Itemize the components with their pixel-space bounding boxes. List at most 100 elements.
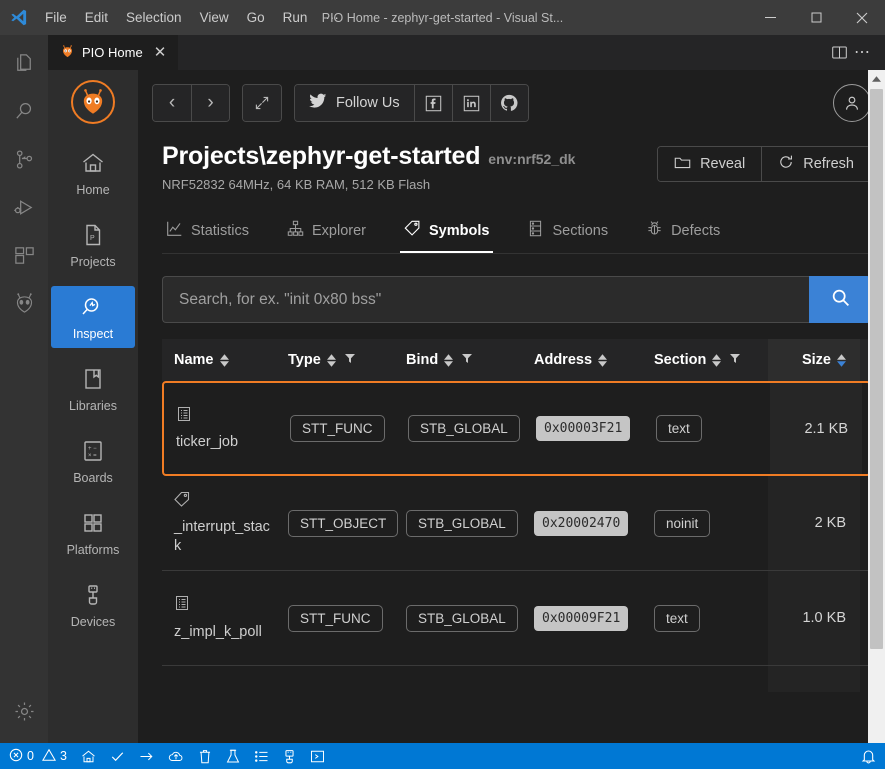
close-icon[interactable]: ✕ xyxy=(154,45,167,60)
tab-label: Symbols xyxy=(429,222,490,239)
search-input[interactable] xyxy=(162,276,809,323)
tab-statistics[interactable]: Statistics xyxy=(162,214,253,253)
pio-build-button[interactable] xyxy=(103,743,132,769)
table-row-partial[interactable] xyxy=(162,666,871,692)
filter-icon[interactable] xyxy=(729,352,741,368)
menu-run[interactable]: Run xyxy=(274,6,317,29)
cell-size: 2.1 KB xyxy=(770,383,862,474)
libraries-icon xyxy=(81,367,105,394)
minimize-button[interactable] xyxy=(747,0,793,35)
column-header-address[interactable]: Address xyxy=(528,352,648,368)
search-icon[interactable] xyxy=(0,87,48,135)
project-env: env:nrf52_dk xyxy=(488,151,576,167)
tab-sections[interactable]: Sections xyxy=(523,214,612,253)
sort-icon[interactable] xyxy=(219,353,229,367)
menu-more[interactable]: ··· xyxy=(316,6,348,29)
pio-home-button[interactable] xyxy=(74,743,103,769)
sidebar-item-platforms[interactable]: Platforms xyxy=(51,502,135,564)
sort-icon[interactable] xyxy=(712,353,722,367)
search-button[interactable] xyxy=(809,276,871,323)
platformio-alien-icon[interactable] xyxy=(71,80,115,124)
ellipsis-icon[interactable]: ⋯ xyxy=(854,44,871,61)
pio-test-button[interactable] xyxy=(219,743,247,769)
facebook-icon[interactable] xyxy=(413,85,452,121)
reveal-label: Reveal xyxy=(700,156,746,172)
function-symbol-icon xyxy=(176,406,192,427)
sort-icon[interactable] xyxy=(444,353,454,367)
table-row[interactable]: ticker_job STT_FUNC STB_GLOBAL 0x00003F2… xyxy=(162,381,871,476)
activity-bar xyxy=(0,35,48,743)
column-header-section[interactable]: Section xyxy=(648,352,768,368)
warning-count: 3 xyxy=(59,749,67,763)
cell-address: 0x20002470 xyxy=(528,510,648,536)
function-symbol-icon xyxy=(174,595,190,616)
follow-us-group: Follow Us xyxy=(294,84,529,122)
gear-icon[interactable] xyxy=(0,687,48,735)
pio-content: ‹ › Follow Us Projects\zephyr-get-starte… xyxy=(138,70,885,743)
forward-button[interactable]: › xyxy=(191,85,229,121)
boards-icon: + − × = xyxy=(81,439,105,466)
column-header-type[interactable]: Type xyxy=(282,352,400,368)
github-icon[interactable] xyxy=(489,85,528,121)
sidebar-item-label: Boards xyxy=(73,471,113,485)
pio-upload-button[interactable] xyxy=(132,743,161,769)
sidebar-item-libraries[interactable]: Libraries xyxy=(51,358,135,420)
expand-icon[interactable] xyxy=(243,85,281,121)
menu-selection[interactable]: Selection xyxy=(117,6,191,29)
menu-file[interactable]: File xyxy=(36,6,76,29)
sort-icon[interactable] xyxy=(837,353,846,367)
address-chip: 0x20002470 xyxy=(534,510,629,536)
problems-status[interactable]: 0 3 xyxy=(2,743,74,769)
scrollbar-thumb[interactable] xyxy=(870,89,883,649)
sidebar-item-projects[interactable]: P Projects xyxy=(51,214,135,276)
linkedin-icon[interactable] xyxy=(451,85,490,121)
scroll-up-icon[interactable] xyxy=(872,70,881,87)
sidebar-item-inspect[interactable]: Inspect xyxy=(51,286,135,348)
tab-explorer[interactable]: Explorer xyxy=(283,214,370,253)
column-header-name[interactable]: Name xyxy=(162,352,282,368)
refresh-button[interactable]: Refresh xyxy=(761,147,870,181)
tab-symbols[interactable]: Symbols xyxy=(400,214,494,253)
sidebar-item-home[interactable]: Home xyxy=(51,142,135,204)
sort-icon[interactable] xyxy=(598,353,608,367)
sidebar-item-devices[interactable]: Devices xyxy=(51,574,135,636)
menu-edit[interactable]: Edit xyxy=(76,6,117,29)
tab-pio-home[interactable]: PIO Home ✕ xyxy=(48,35,180,70)
column-header-bind[interactable]: Bind xyxy=(400,352,528,368)
filter-icon[interactable] xyxy=(344,352,356,368)
table-row[interactable]: _interrupt_stack STT_OBJECT STB_GLOBAL 0… xyxy=(162,476,871,571)
pio-tasks-button[interactable] xyxy=(247,743,276,769)
tab-defects[interactable]: Defects xyxy=(642,214,724,253)
menu-go[interactable]: Go xyxy=(238,6,274,29)
account-avatar[interactable] xyxy=(833,84,871,122)
menu-view[interactable]: View xyxy=(191,6,238,29)
platformio-alien-icon[interactable] xyxy=(0,279,48,327)
split-editor-icon[interactable] xyxy=(831,44,848,61)
vertical-scrollbar[interactable] xyxy=(868,70,885,743)
pio-main: Projects\zephyr-get-started env:nrf52_dk … xyxy=(138,136,885,743)
symbol-name: _interrupt_stack xyxy=(174,519,270,554)
sort-icon[interactable] xyxy=(326,353,336,367)
files-icon[interactable] xyxy=(0,39,48,87)
back-button[interactable]: ‹ xyxy=(153,85,191,121)
pio-terminal-button[interactable] xyxy=(303,743,332,769)
section-chip: text xyxy=(654,604,700,632)
extensions-icon[interactable] xyxy=(0,231,48,279)
notifications-bell-icon[interactable] xyxy=(854,743,883,769)
source-control-icon[interactable] xyxy=(0,135,48,183)
close-button[interactable] xyxy=(839,0,885,35)
reveal-button[interactable]: Reveal xyxy=(658,147,762,181)
follow-us-button[interactable]: Follow Us xyxy=(295,85,414,121)
title-bar: File Edit Selection View Go Run ··· PIO … xyxy=(0,0,885,35)
pio-serial-monitor-button[interactable] xyxy=(276,743,303,769)
maximize-button[interactable] xyxy=(793,0,839,35)
sidebar-item-label: Inspect xyxy=(72,327,114,341)
sidebar-item-boards[interactable]: + − × = Boards xyxy=(51,430,135,492)
table-row[interactable]: z_impl_k_poll STT_FUNC STB_GLOBAL 0x0000… xyxy=(162,571,871,666)
run-debug-icon[interactable] xyxy=(0,183,48,231)
sitemap-icon xyxy=(287,220,304,241)
filter-icon[interactable] xyxy=(461,352,473,368)
pio-clean-button[interactable] xyxy=(191,743,219,769)
pio-upload-ota-button[interactable] xyxy=(161,743,191,769)
column-header-size[interactable]: Size xyxy=(768,339,860,381)
